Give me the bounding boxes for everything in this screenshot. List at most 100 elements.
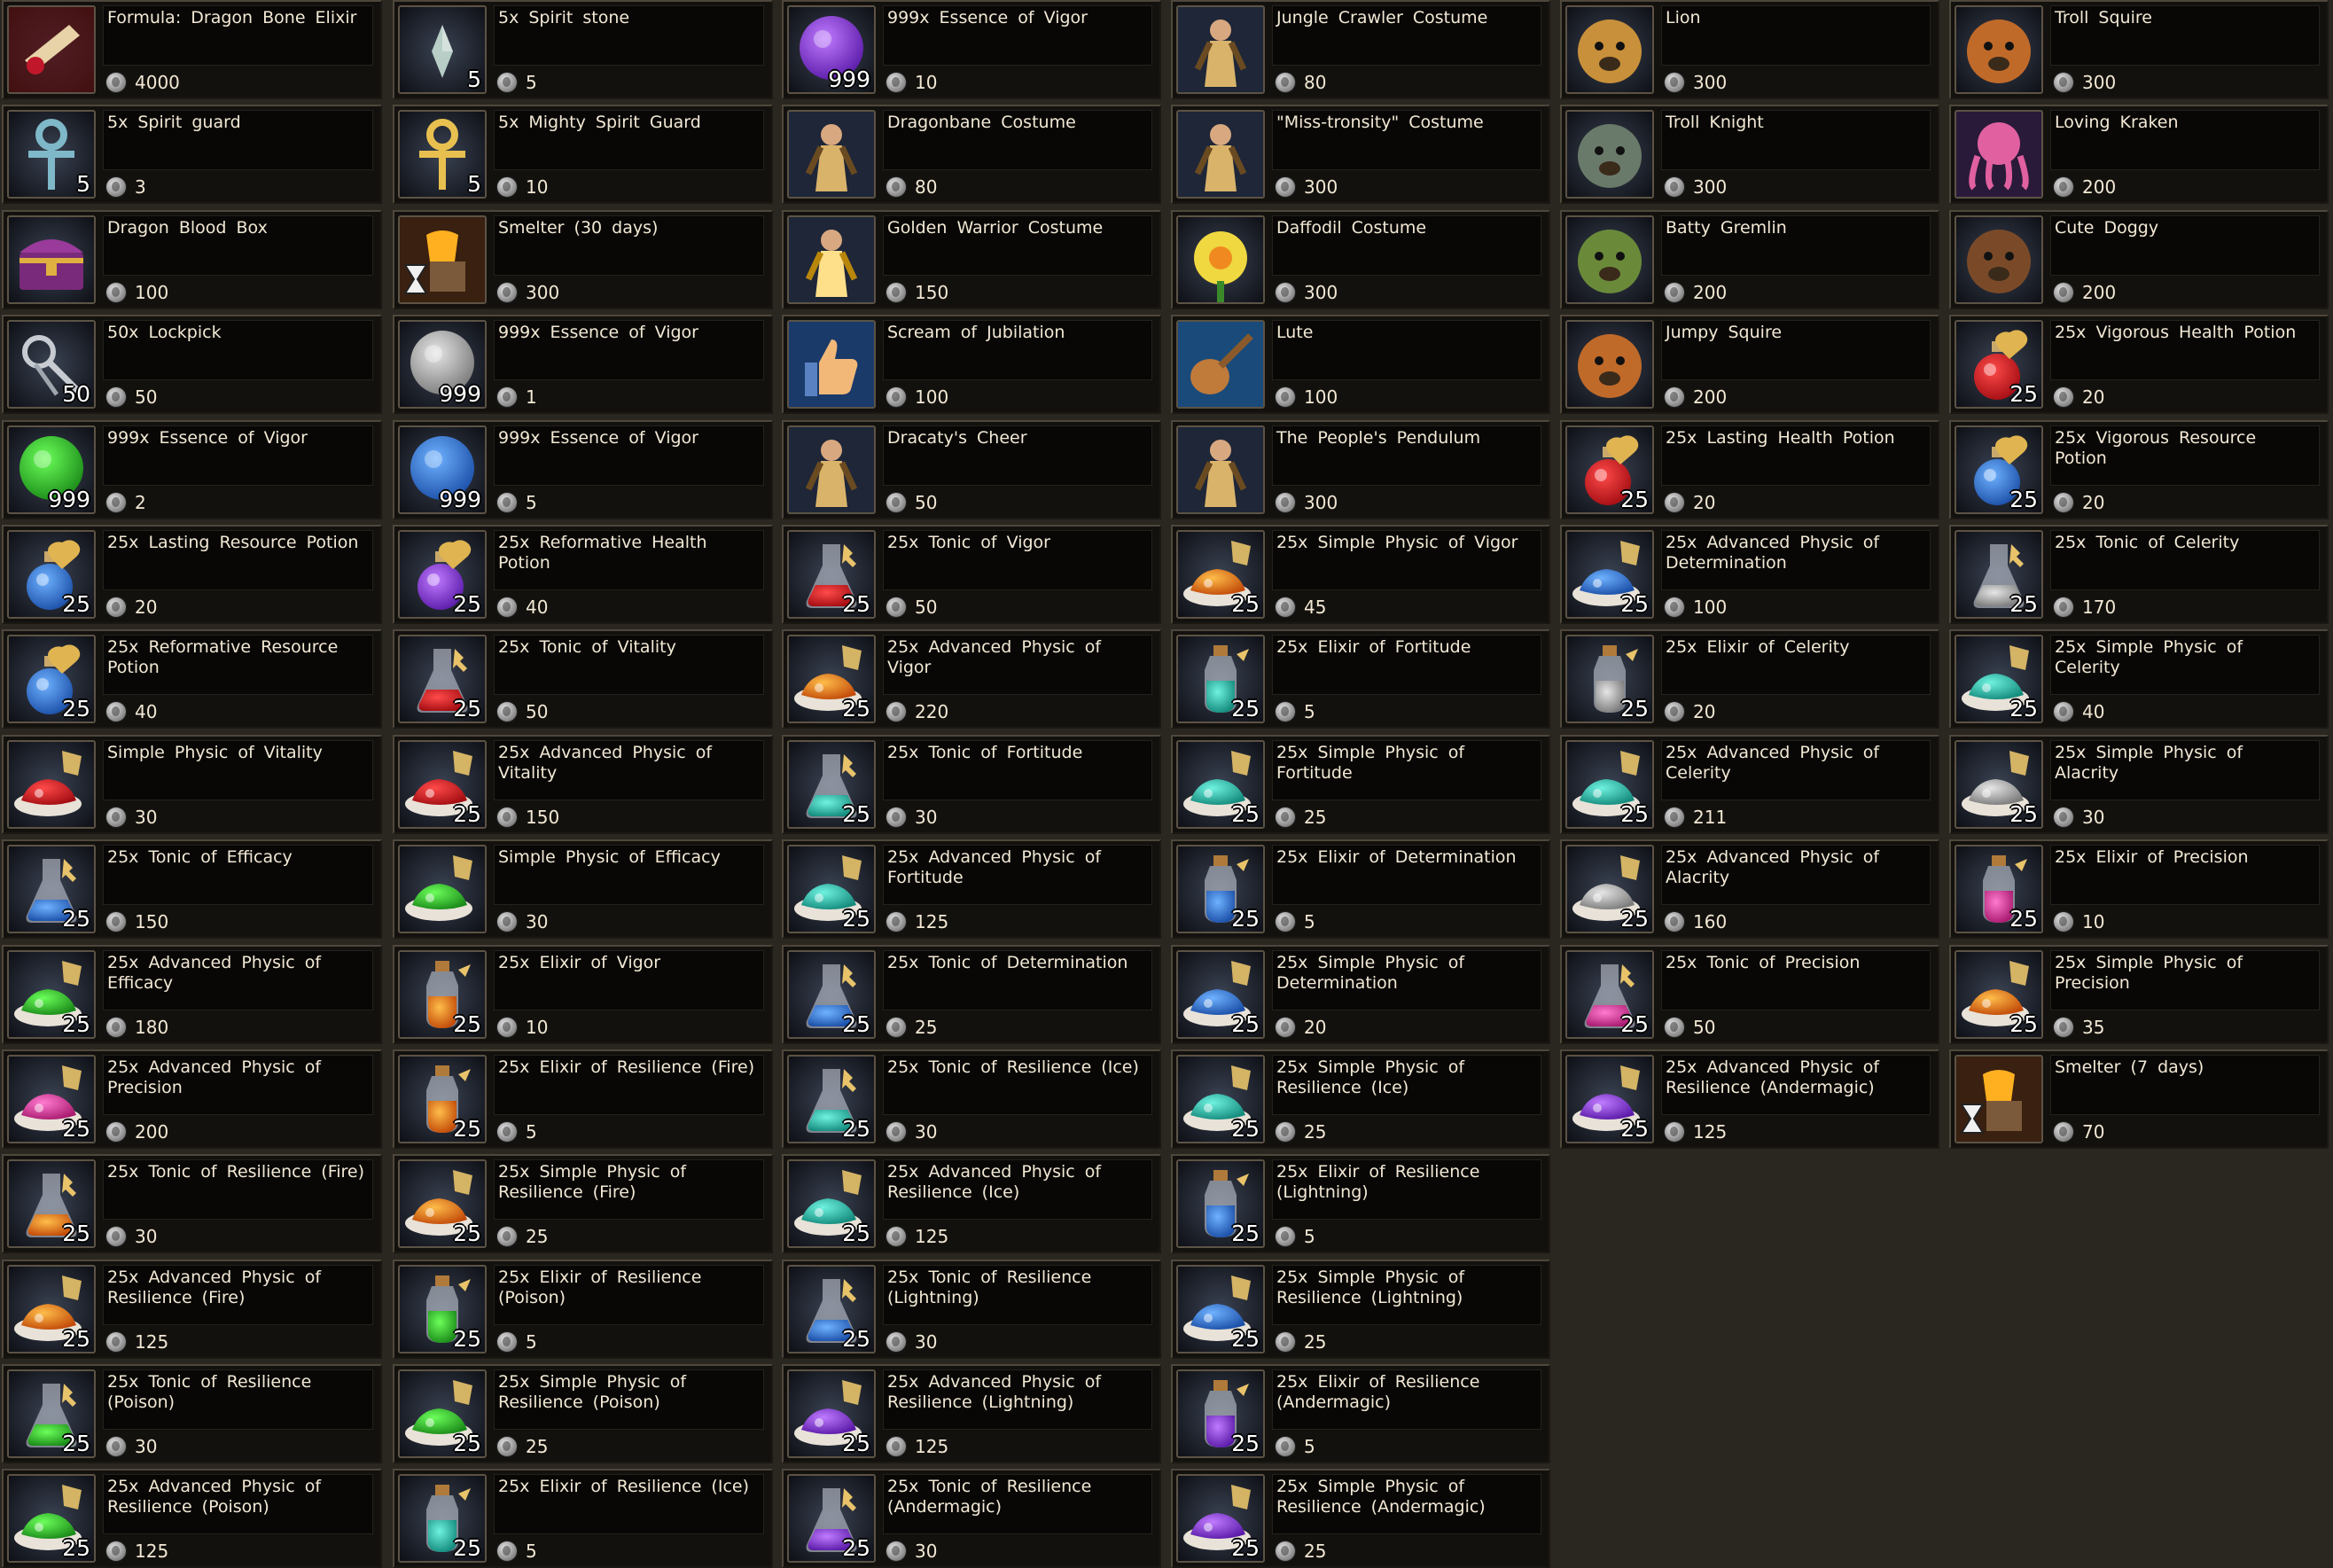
purple-flask-icon[interactable]: 25 <box>787 1474 876 1563</box>
crystal-icon[interactable]: 5 <box>398 5 487 94</box>
orange-elixir-icon[interactable]: 25 <box>398 950 487 1039</box>
grey-physic-icon[interactable]: 25 <box>1565 845 1654 933</box>
red-physic-icon[interactable]: 25 <box>398 740 487 829</box>
shop-item-card[interactable]: Lion 300 <box>1560 0 1939 99</box>
shop-item-card[interactable]: 25 25x Vigorous Health Potion 20 <box>1949 315 2329 414</box>
teal-elixir-icon[interactable]: 25 <box>398 1474 487 1563</box>
shop-item-card[interactable]: 25 25x Advanced Physic of Determination 10… <box>1560 525 1939 624</box>
doggy-icon[interactable] <box>1955 215 2043 304</box>
orange-physic-icon[interactable]: 25 <box>7 1265 96 1353</box>
daffodil-icon[interactable] <box>1176 215 1265 304</box>
shop-item-card[interactable]: 25 25x Vigorous Resource Potion 20 <box>1949 420 2329 519</box>
red-physic-icon[interactable] <box>7 740 96 829</box>
green-physic-icon[interactable]: 25 <box>7 950 96 1039</box>
shop-item-card[interactable]: 25 25x Simple Physic of Determination 20 <box>1171 945 1550 1044</box>
shop-item-card[interactable]: "Miss-tronsity" Costume 300 <box>1171 105 1550 204</box>
shop-item-card[interactable]: 25 25x Tonic of Resilience (Poison) 30 <box>2 1364 382 1463</box>
golden-warrior-icon[interactable] <box>787 215 876 304</box>
blue-potion-icon[interactable]: 25 <box>7 530 96 619</box>
kraken-icon[interactable] <box>1955 110 2043 199</box>
lion-icon[interactable] <box>1565 5 1654 94</box>
shop-item-card[interactable]: 25 25x Advanced Physic of Resilience (Ice… <box>782 1154 1161 1253</box>
thumbs-up-icon[interactable] <box>787 320 876 409</box>
shop-item-card[interactable]: 25 25x Tonic of Precision 50 <box>1560 945 1939 1044</box>
teal-elixir-icon[interactable]: 25 <box>1176 635 1265 723</box>
shop-item-card[interactable]: 25 25x Elixir of Resilience (Poison) 5 <box>393 1260 773 1359</box>
shop-item-card[interactable]: 25 25x Tonic of Efficacy 150 <box>2 839 382 939</box>
blue-elixir-icon[interactable]: 25 <box>1176 1159 1265 1248</box>
blue-orb-icon[interactable]: 999 <box>398 425 487 514</box>
shop-item-card[interactable]: 25 25x Tonic of Vitality 50 <box>393 629 773 729</box>
red-potion-icon[interactable]: 25 <box>1955 320 2043 409</box>
green-physic-icon[interactable] <box>398 845 487 933</box>
gold-ankh-icon[interactable]: 5 <box>398 110 487 199</box>
pink-physic-icon[interactable]: 25 <box>7 1055 96 1143</box>
shop-item-card[interactable]: 25 25x Tonic of Vigor 50 <box>782 525 1161 624</box>
orange-physic-icon[interactable]: 25 <box>398 1159 487 1248</box>
orange-physic-icon[interactable]: 25 <box>1176 530 1265 619</box>
pendulum-icon[interactable] <box>1176 425 1265 514</box>
grey-physic-icon[interactable]: 25 <box>1955 740 2043 829</box>
purple-physic-icon[interactable]: 25 <box>1565 1055 1654 1143</box>
shop-item-card[interactable]: 25 25x Tonic of Determination 25 <box>782 945 1161 1044</box>
pink-flask-icon[interactable]: 25 <box>1565 950 1654 1039</box>
blue-physic-icon[interactable]: 25 <box>1565 530 1654 619</box>
shop-item-card[interactable]: Dracaty's Cheer 50 <box>782 420 1161 519</box>
shop-item-card[interactable]: 25 25x Simple Physic of Alacrity 30 <box>1949 735 2329 834</box>
ankh-icon[interactable]: 5 <box>7 110 96 199</box>
green-orb-icon[interactable]: 999 <box>7 425 96 514</box>
orange-physic-icon[interactable]: 25 <box>787 635 876 723</box>
shop-item-card[interactable]: Dragon Blood Box 100 <box>2 210 382 309</box>
shop-item-card[interactable]: 25 25x Reformative Health Potion 40 <box>393 525 773 624</box>
shop-item-card[interactable]: 25 25x Advanced Physic of Resilience (And… <box>1560 1049 1939 1149</box>
shop-item-card[interactable]: Golden Warrior Costume 150 <box>782 210 1161 309</box>
shop-item-card[interactable]: 25 25x Elixir of Celerity 20 <box>1560 629 1939 729</box>
purple-physic-icon[interactable]: 25 <box>787 1369 876 1458</box>
shop-item-card[interactable]: Jungle Crawler Costume 80 <box>1171 0 1550 99</box>
shop-item-card[interactable]: Loving Kraken 200 <box>1949 105 2329 204</box>
pink-elixir-icon[interactable]: 25 <box>1955 845 2043 933</box>
shop-item-card[interactable]: 25 25x Elixir of Resilience (Lightning) 5 <box>1171 1154 1550 1253</box>
grey-flask-icon[interactable]: 25 <box>1955 530 2043 619</box>
shop-item-card[interactable]: 25 25x Advanced Physic of Alacrity 160 <box>1560 839 1939 939</box>
orange-flask-icon[interactable]: 25 <box>7 1159 96 1248</box>
green-physic-icon[interactable]: 25 <box>7 1474 96 1563</box>
teal-physic-icon[interactable]: 25 <box>787 845 876 933</box>
shop-item-card[interactable]: 25 25x Tonic of Resilience (Ice) 30 <box>782 1049 1161 1149</box>
shop-item-card[interactable]: 5 5x Spirit guard 3 <box>2 105 382 204</box>
dragonbane-costume-icon[interactable] <box>787 110 876 199</box>
shop-item-card[interactable]: 25 25x Advanced Physic of Efficacy 180 <box>2 945 382 1044</box>
shop-item-card[interactable]: 25 25x Lasting Resource Potion 20 <box>2 525 382 624</box>
shop-item-card[interactable]: 25 25x Elixir of Resilience (Ice) 5 <box>393 1469 773 1568</box>
shop-item-card[interactable]: 25 25x Simple Physic of Vigor 45 <box>1171 525 1550 624</box>
lute-icon[interactable] <box>1176 320 1265 409</box>
blue-flask-icon[interactable]: 25 <box>7 845 96 933</box>
shop-item-card[interactable]: 25 25x Advanced Physic of Celerity 211 <box>1560 735 1939 834</box>
blue-flask-icon[interactable]: 25 <box>787 1265 876 1353</box>
teal-flask-icon[interactable]: 25 <box>787 1055 876 1143</box>
shop-item-card[interactable]: Troll Squire 300 <box>1949 0 2329 99</box>
shop-item-card[interactable]: 25 25x Advanced Physic of Resilience (Lig… <box>782 1364 1161 1463</box>
blue-physic-icon[interactable]: 25 <box>1176 1265 1265 1353</box>
purple-physic-icon[interactable]: 25 <box>1176 1474 1265 1563</box>
teal-physic-icon[interactable]: 25 <box>787 1159 876 1248</box>
scroll-icon[interactable] <box>7 5 96 94</box>
shop-item-card[interactable]: 25 25x Advanced Physic of Vigor 220 <box>782 629 1161 729</box>
orange-elixir-icon[interactable]: 25 <box>398 1055 487 1143</box>
blue-physic-icon[interactable]: 25 <box>1176 950 1265 1039</box>
green-physic-icon[interactable]: 25 <box>398 1369 487 1458</box>
shop-item-card[interactable]: 25 25x Lasting Health Potion 20 <box>1560 420 1939 519</box>
shop-item-card[interactable]: Simple Physic of Vitality 30 <box>2 735 382 834</box>
shop-item-card[interactable]: 25 25x Simple Physic of Celerity 40 <box>1949 629 2329 729</box>
teal-physic-icon[interactable]: 25 <box>1176 1055 1265 1143</box>
shop-item-card[interactable]: Batty Gremlin 200 <box>1560 210 1939 309</box>
cheer-icon[interactable] <box>787 425 876 514</box>
shop-item-card[interactable]: 25 25x Simple Physic of Resilience (Fire)… <box>393 1154 773 1253</box>
shop-item-card[interactable]: 25 25x Simple Physic of Resilience (Ice) 2… <box>1171 1049 1550 1149</box>
shop-item-card[interactable]: 25 25x Reformative Resource Potion 40 <box>2 629 382 729</box>
orange-physic-icon[interactable]: 25 <box>1955 950 2043 1039</box>
shop-item-card[interactable]: 25 25x Simple Physic of Resilience (Ander… <box>1171 1469 1550 1568</box>
teal-physic-icon[interactable]: 25 <box>1176 740 1265 829</box>
shop-item-card[interactable]: Smelter (30 days) 300 <box>393 210 773 309</box>
shop-item-card[interactable]: Jumpy Squire 200 <box>1560 315 1939 414</box>
